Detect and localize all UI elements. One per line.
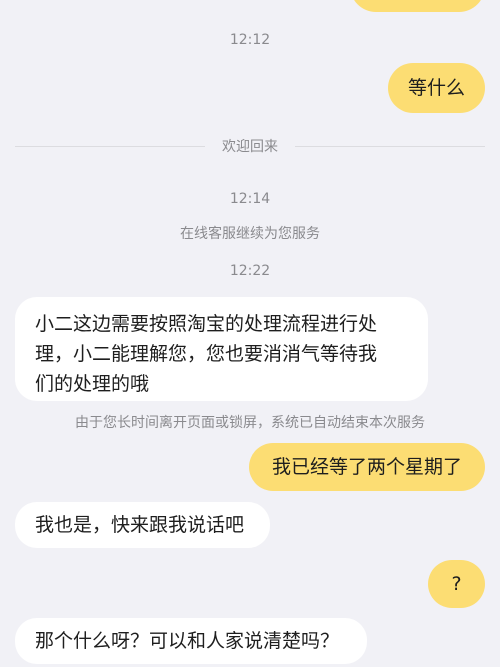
message-text: 我已经等了两个星期了 <box>271 456 462 478</box>
chat-thread[interactable]: 12:12 等什么 欢迎回来 12:14 在线客服继续为您服务 12:22 小二… <box>0 0 500 667</box>
message-bubble-outgoing[interactable]: ? <box>428 560 485 608</box>
message-bubble-outgoing[interactable]: 等什么 <box>388 63 485 113</box>
message-text: 那个什么呀？可以和人家说清楚吗？ <box>35 630 340 652</box>
message-bubble-incoming[interactable]: 我也是，快来跟我说话吧 <box>15 502 270 548</box>
system-notice: 由于您长时间离开页面或锁屏，系统已自动结束本次服务 <box>75 415 425 431</box>
message-text: 我也是，快来跟我说话吧 <box>35 514 245 536</box>
message-text: 等什么 <box>407 77 465 99</box>
divider-line <box>15 146 205 147</box>
message-text-line: 小二这边需要按照淘宝的处理流程进行处 <box>35 313 378 335</box>
message-text-line: 理，小二能理解您，您也要消消气等待我 <box>35 343 378 365</box>
message-bubble-incoming[interactable]: 小二这边需要按照淘宝的处理流程进行处 理，小二能理解您，您也要消消气等待我 们的… <box>15 297 428 401</box>
timestamp: 12:12 <box>229 32 271 48</box>
message-text: ? <box>451 573 462 595</box>
timestamp: 12:22 <box>229 263 271 279</box>
message-bubble-outgoing[interactable]: 我已经等了两个星期了 <box>249 443 485 491</box>
message-text-line: 们的处理的哦 <box>35 373 150 395</box>
message-bubble-outgoing-cropped[interactable] <box>350 0 485 12</box>
welcome-back-divider: 欢迎回来 <box>0 137 500 157</box>
divider-line <box>295 146 485 147</box>
divider-label: 欢迎回来 <box>222 139 278 155</box>
message-bubble-incoming[interactable]: 那个什么呀？可以和人家说清楚吗？ <box>15 618 367 664</box>
system-notice: 在线客服继续为您服务 <box>180 226 320 242</box>
timestamp: 12:14 <box>229 191 271 207</box>
